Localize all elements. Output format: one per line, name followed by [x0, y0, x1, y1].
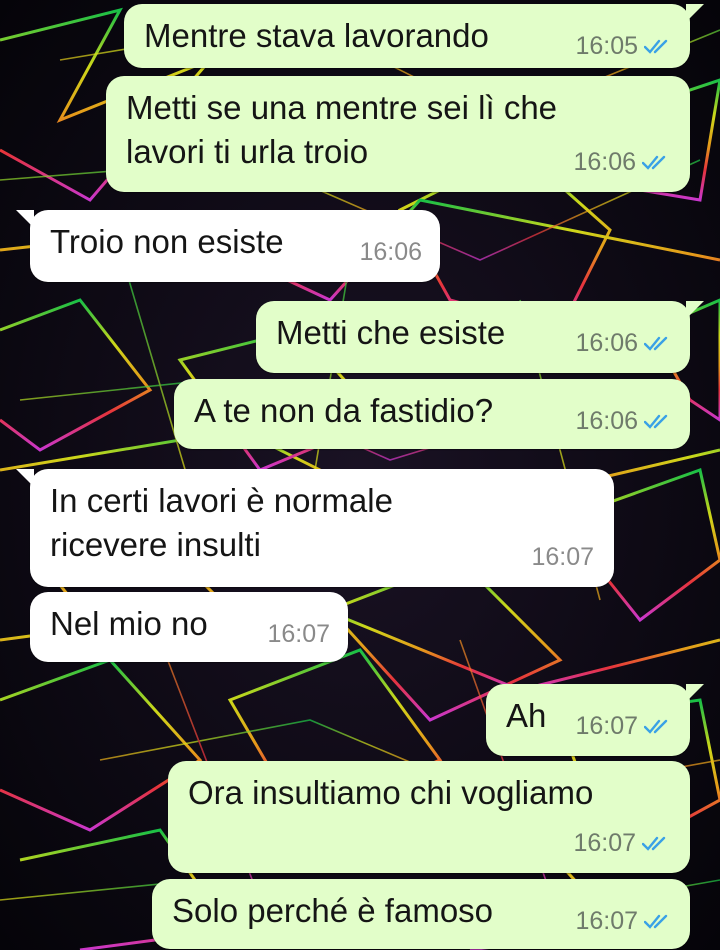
- double-check-icon: [644, 719, 668, 734]
- message-time: 16:07: [575, 907, 638, 935]
- bubble-tail: [16, 469, 34, 487]
- message-text: A te non da fastidio?: [194, 392, 494, 429]
- message-text: Metti che esiste: [276, 314, 506, 351]
- message-time: 16:07: [267, 620, 330, 648]
- double-check-icon: [644, 414, 668, 429]
- message-time: 16:05: [575, 32, 638, 60]
- double-check-icon: [644, 914, 668, 929]
- message-time: 16:06: [573, 148, 636, 176]
- message-text: Metti se una mentre sei lì che lavori ti…: [126, 89, 558, 170]
- double-check-icon: [642, 155, 666, 170]
- message-text: Nel mio no: [50, 605, 208, 642]
- message-bubble-outgoing[interactable]: Metti se una mentre sei lì che lavori ti…: [106, 76, 690, 192]
- bubble-tail: [686, 4, 704, 22]
- message-text: Mentre stava lavorando: [144, 17, 489, 54]
- message-bubble-incoming[interactable]: Troio non esiste 16:06: [16, 210, 440, 282]
- message-text: Ah: [506, 697, 547, 734]
- bubble-tail: [16, 210, 34, 228]
- message-meta: 16:07: [531, 535, 594, 579]
- message-time: 16:06: [575, 407, 638, 435]
- double-check-icon: [644, 336, 668, 351]
- message-text: Solo perché è famoso: [172, 892, 494, 929]
- message-time: 16:07: [573, 829, 636, 857]
- message-time: 16:06: [359, 238, 422, 266]
- double-check-icon: [644, 39, 668, 54]
- message-meta: 16:07: [267, 612, 330, 656]
- message-meta: 16:06: [573, 140, 670, 184]
- message-bubble-outgoing[interactable]: Ora insultiamo chi vogliamo 16:07: [168, 761, 690, 873]
- message-time: 16:06: [575, 329, 638, 357]
- message-meta: 16:05: [575, 24, 672, 68]
- message-bubble-outgoing[interactable]: Metti che esiste 16:06: [256, 301, 704, 373]
- message-text: Troio non esiste: [50, 223, 284, 260]
- message-bubble-incoming[interactable]: In certi lavori è normale ricevere insul…: [16, 469, 614, 587]
- message-bubble-outgoing[interactable]: Mentre stava lavorando 16:05: [124, 4, 704, 68]
- message-bubble-outgoing[interactable]: A te non da fastidio? 16:06: [174, 379, 690, 449]
- message-text: In certi lavori è normale ricevere insul…: [50, 482, 393, 563]
- bubble-tail: [686, 301, 704, 319]
- message-text: Ora insultiamo chi vogliamo: [188, 774, 594, 811]
- double-check-icon: [642, 836, 666, 851]
- bubble-tail: [686, 684, 704, 702]
- message-meta: 16:06: [359, 230, 422, 274]
- message-bubble-incoming[interactable]: Nel mio no 16:07: [30, 592, 348, 662]
- message-meta: 16:07: [573, 821, 670, 865]
- message-bubble-outgoing[interactable]: Solo perché è famoso 16:07: [152, 879, 690, 949]
- message-time: 16:07: [531, 543, 594, 571]
- message-meta: 16:06: [575, 399, 672, 443]
- message-meta: 16:07: [575, 704, 672, 748]
- message-meta: 16:07: [575, 899, 672, 943]
- message-meta: 16:06: [575, 321, 672, 365]
- message-bubble-outgoing[interactable]: Ah 16:07: [486, 684, 704, 756]
- message-time: 16:07: [575, 712, 638, 740]
